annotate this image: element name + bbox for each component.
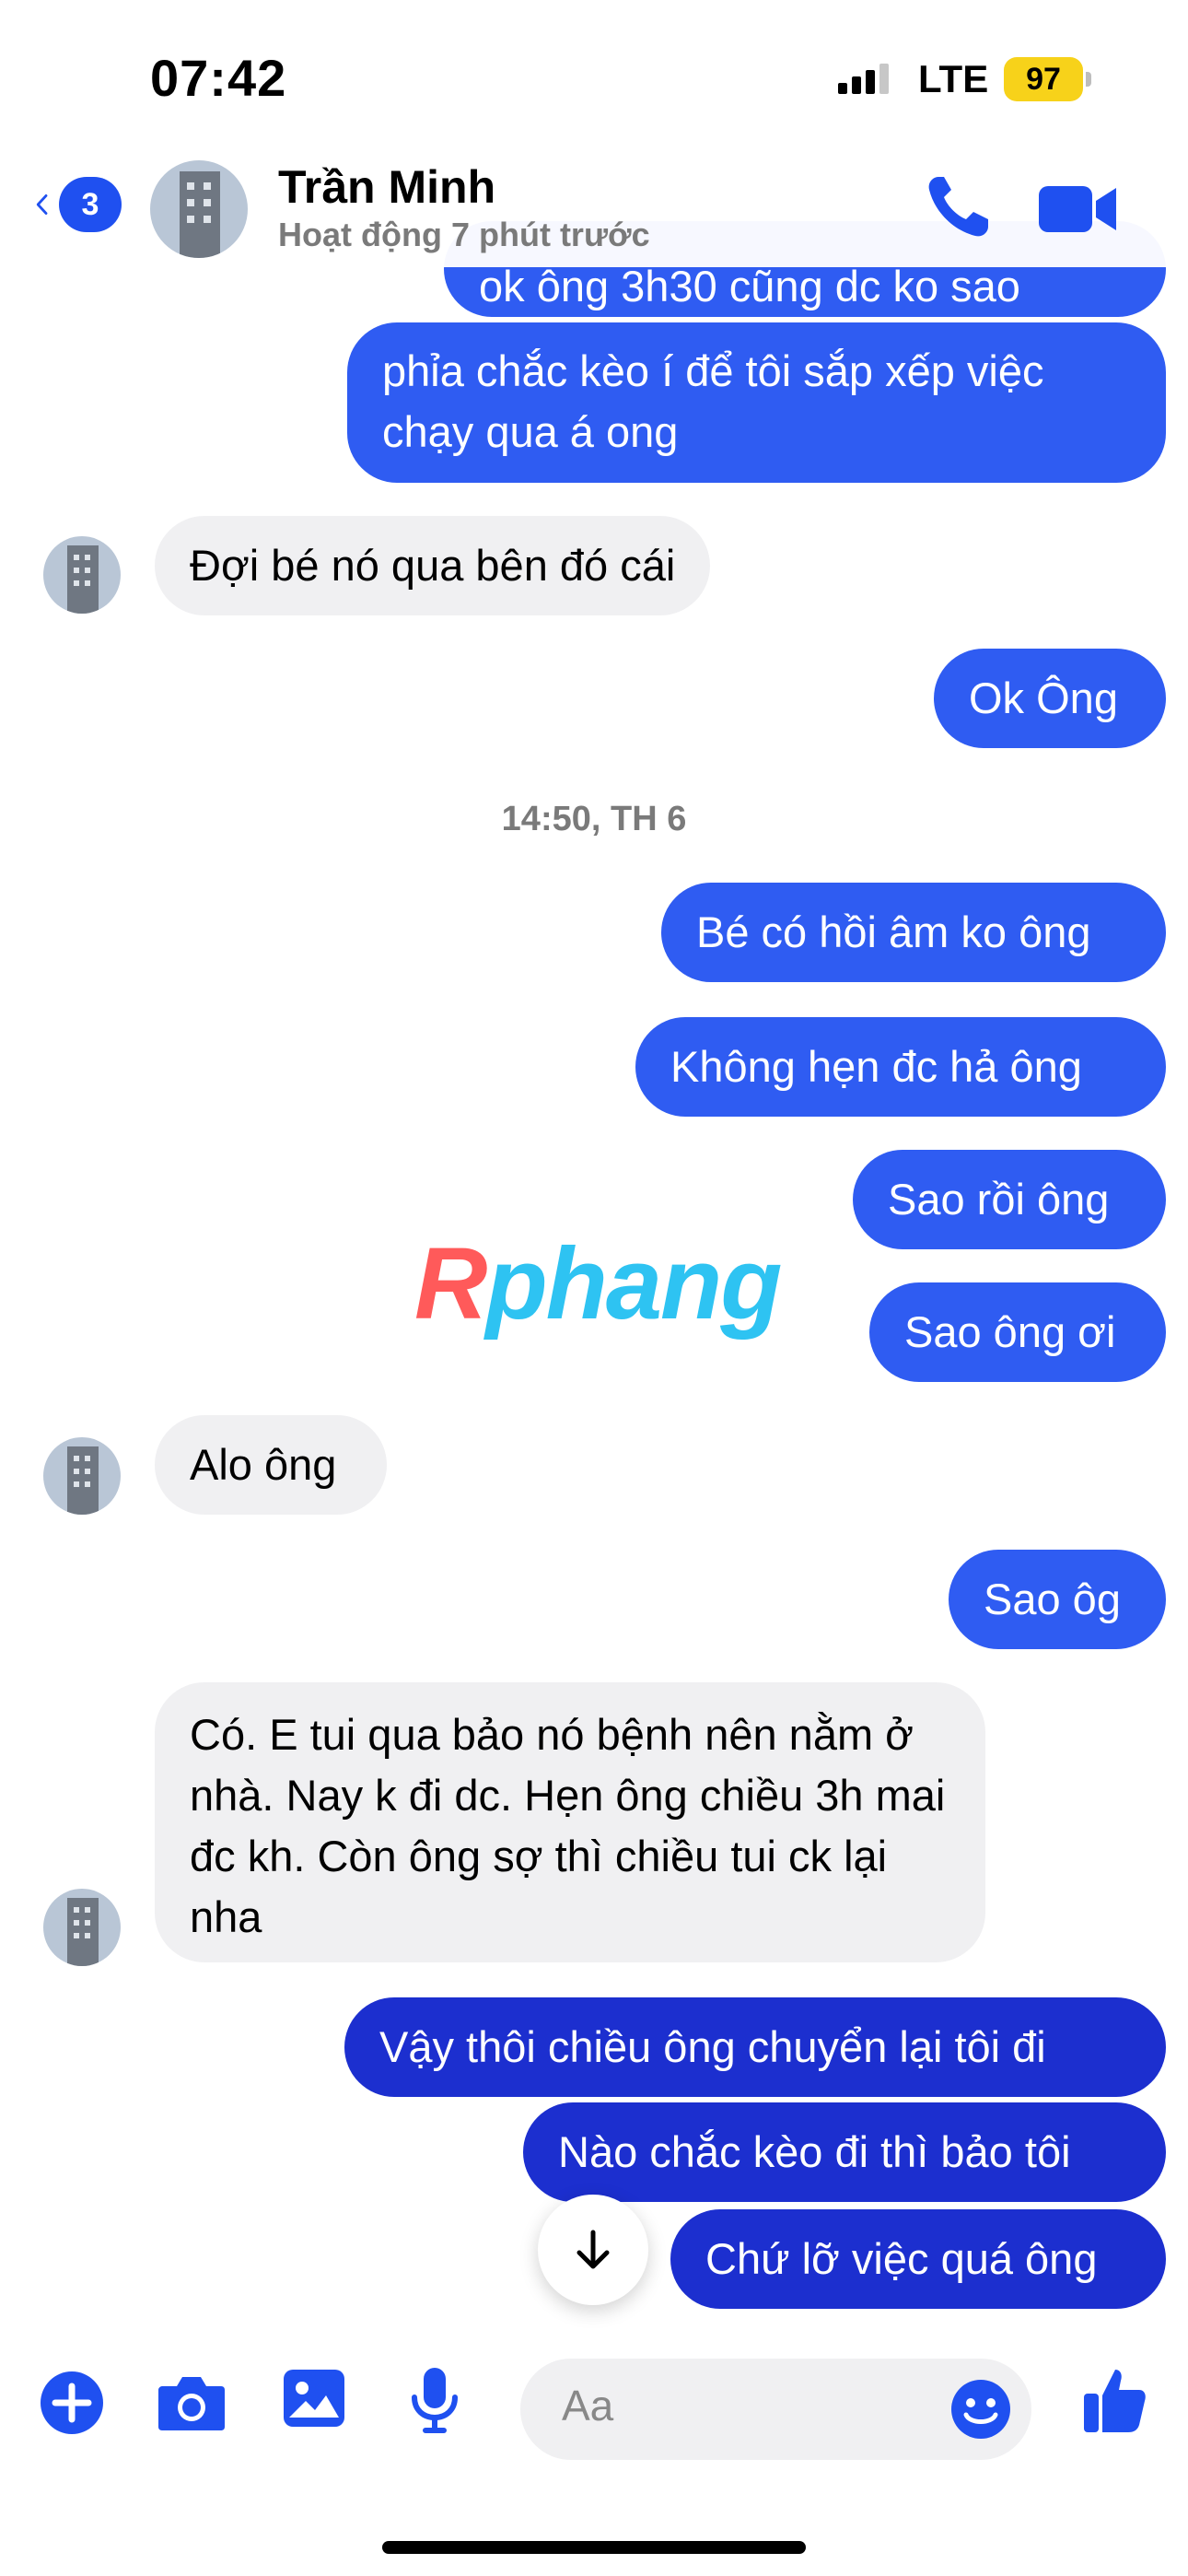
message-outgoing[interactable]: Ok Ông <box>934 649 1166 748</box>
chat-header: 3 Trần Minh Hoạt động 7 phút trước <box>0 138 1188 267</box>
home-indicator[interactable] <box>382 2541 806 2554</box>
contact-status: Hoạt động 7 phút trước <box>278 216 650 253</box>
status-time: 07:42 <box>150 49 287 107</box>
emoji-icon[interactable] <box>949 2378 1012 2441</box>
message-outgoing[interactable]: Bé có hồi âm ko ông <box>661 883 1166 982</box>
message-outgoing[interactable]: Nào chắc kèo đi thì bảo tôi <box>523 2102 1166 2202</box>
unread-badge[interactable]: 3 <box>59 177 122 232</box>
watermark: Rphang <box>414 1225 782 1342</box>
message-outgoing[interactable]: Vậy thôi chiều ông chuyển lại tôi đi <box>344 1997 1166 2097</box>
network-label: LTE <box>918 57 989 100</box>
signal-icon <box>838 64 889 94</box>
thumbs-up-icon[interactable] <box>1082 2364 1148 2434</box>
message-incoming[interactable]: Có. E tui qua bảo nó bệnh nên nằm ở nhà.… <box>155 1682 985 1962</box>
message-outgoing[interactable]: Sao rồi ông <box>853 1150 1166 1249</box>
message-outgoing[interactable]: Sao ôg <box>949 1550 1166 1649</box>
scroll-to-bottom-button[interactable] <box>538 2195 648 2305</box>
message-outgoing[interactable]: phỉa chắc kèo í để tôi sắp xếp việc chạy… <box>347 322 1166 483</box>
message-input-placeholder: Aa <box>562 2382 614 2430</box>
watermark-part1: R <box>414 1227 487 1341</box>
video-camera-icon[interactable] <box>1039 182 1118 236</box>
image-icon[interactable] <box>282 2368 346 2429</box>
contact-avatar[interactable] <box>150 160 248 258</box>
message-input[interactable]: Aa <box>520 2359 1031 2460</box>
battery-level: 97 <box>1004 57 1083 101</box>
contact-name[interactable]: Trần Minh <box>278 160 495 214</box>
contact-avatar[interactable] <box>43 1437 121 1515</box>
message-outgoing[interactable]: Sao ông ơi <box>869 1282 1166 1382</box>
microphone-icon[interactable] <box>409 2366 460 2434</box>
phone-icon[interactable] <box>924 173 996 240</box>
watermark-part2: phang <box>485 1227 782 1341</box>
avatar-image <box>150 160 248 258</box>
arrow-down-icon <box>577 2230 610 2269</box>
avatar-image <box>43 536 121 614</box>
contact-avatar[interactable] <box>43 536 121 614</box>
message-timestamp: 14:50, TH 6 <box>501 800 687 838</box>
plus-icon[interactable] <box>39 2370 105 2436</box>
message-outgoing[interactable]: Không hẹn đc hả ông <box>635 1017 1166 1117</box>
status-bar: 07:42 LTE 97 <box>0 0 1188 157</box>
avatar-image <box>43 1437 121 1515</box>
message-incoming[interactable]: Alo ông <box>155 1415 387 1515</box>
battery-icon <box>1086 72 1091 87</box>
avatar-image <box>43 1889 121 1966</box>
camera-icon[interactable] <box>157 2371 227 2432</box>
message-outgoing[interactable]: Chứ lỡ việc quá ông <box>670 2209 1166 2309</box>
contact-avatar[interactable] <box>43 1889 121 1966</box>
message-incoming[interactable]: Đợi bé nó qua bên đó cái <box>155 516 711 615</box>
